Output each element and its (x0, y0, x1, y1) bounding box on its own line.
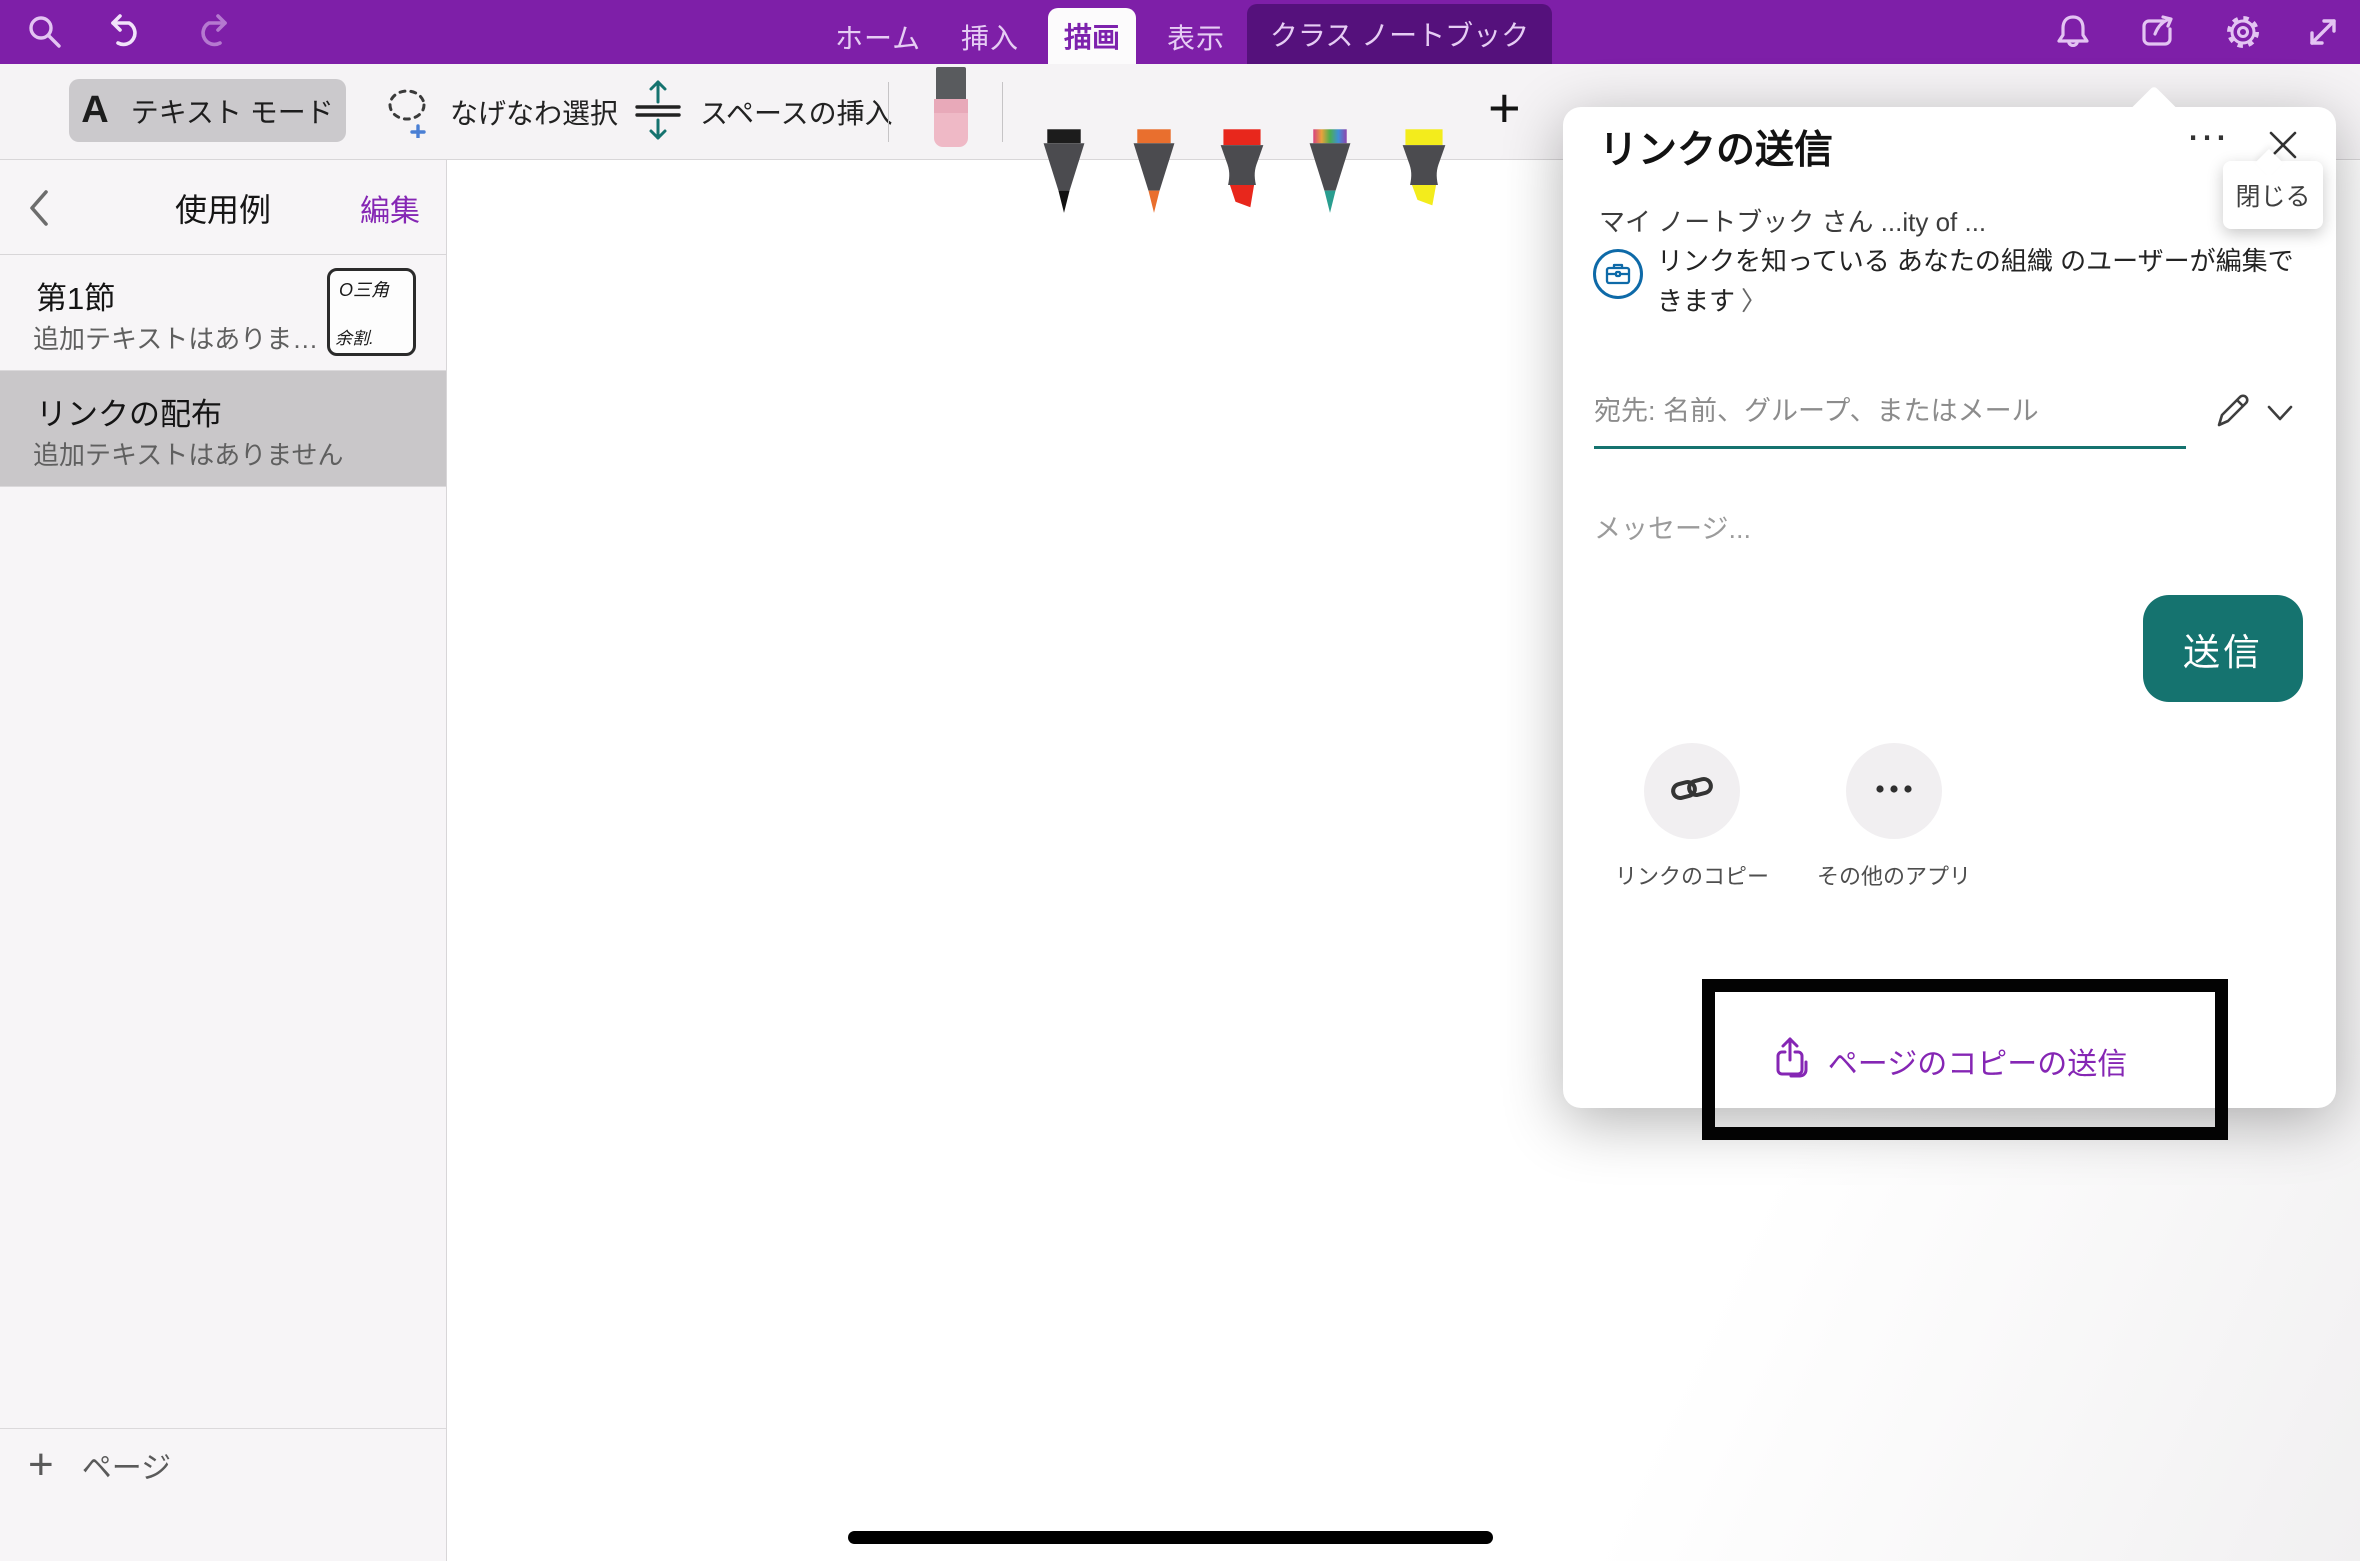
recipient-input[interactable] (1594, 377, 2186, 446)
copy-link-label: リンクのコピー (1582, 859, 1802, 891)
tab-class-notebook-label: クラス ノートブック (1270, 14, 1529, 54)
link-permission-row[interactable]: リンクを知っている あなたの組織 のユーザーが編集できます〉 (1657, 241, 2305, 321)
sidebar-footer: + ページ (0, 1428, 446, 1508)
undo-icon[interactable] (104, 11, 146, 53)
more-options-icon[interactable]: … (2185, 101, 2233, 151)
text-mode-a-icon: A (81, 89, 108, 132)
insert-space-icon (630, 78, 686, 147)
settings-icon[interactable] (2222, 11, 2264, 53)
pencil-icon[interactable] (2211, 389, 2255, 433)
dialog-subtitle: マイ ノートブック さん ...ity of ... (1599, 202, 1986, 239)
tab-draw-label: 描画 (1064, 16, 1120, 56)
thumbnail-handwriting: O三角 (339, 276, 389, 302)
thumbnail-handwriting: 余割. (335, 324, 374, 349)
tab-home[interactable]: ホーム (835, 17, 921, 57)
bell-icon[interactable] (2052, 11, 2094, 53)
yellow-highlighter-icon[interactable] (1398, 128, 1450, 221)
annotation-highlight-box (1702, 979, 2228, 1140)
dialog-title: リンクの送信 (1599, 119, 1833, 175)
insert-space-button[interactable]: スペースの挿入 (630, 64, 893, 160)
more-apps-label: その他のアプリ (1784, 859, 2004, 891)
sidebar-header: 使用例 編集 (0, 160, 446, 255)
eraser-tool-icon[interactable] (930, 67, 972, 154)
add-page-label: ページ (82, 1443, 171, 1487)
link-icon (1669, 766, 1715, 817)
toolbar-divider (888, 82, 889, 142)
text-mode-label: テキスト モード (131, 91, 334, 131)
toolbar-divider (1002, 82, 1003, 142)
ellipsis-icon (1871, 766, 1917, 817)
share-icon[interactable] (2136, 11, 2178, 53)
onenote-app: ホーム 挿入 描画 表示 クラス ノートブック (0, 0, 2360, 1561)
add-pen-button[interactable]: + (1488, 76, 1521, 140)
tab-insert[interactable]: 挿入 (961, 17, 1019, 57)
black-pen-icon[interactable] (1038, 128, 1090, 221)
search-icon[interactable] (24, 11, 66, 53)
red-marker-icon[interactable] (1216, 128, 1268, 221)
page-list-item-selected[interactable]: リンクの配布 追加テキストはありません (0, 371, 446, 487)
page-thumbnail: O三角 余割. (327, 268, 416, 356)
copy-link-button[interactable] (1644, 743, 1740, 839)
send-button[interactable]: 送信 (2143, 595, 2303, 702)
page-subtitle: 追加テキストはありま… (33, 319, 318, 356)
plus-icon: + (28, 1443, 54, 1487)
add-page-button[interactable]: + ページ (28, 1443, 171, 1487)
text-mode-button[interactable]: A テキスト モード (69, 79, 346, 142)
page-title: 第1節 (36, 273, 115, 318)
fullscreen-icon[interactable] (2302, 11, 2344, 53)
recipient-field-wrap (1594, 377, 2186, 449)
top-app-bar: ホーム 挿入 描画 表示 クラス ノートブック (0, 0, 2360, 64)
tab-draw-selected[interactable]: 描画 (1048, 8, 1136, 64)
page-list-item[interactable]: 第1節 追加テキストはありま… O三角 余割. (0, 255, 446, 371)
edit-button[interactable]: 編集 (360, 160, 420, 255)
share-link-dialog: リンクの送信 … マイ ノートブック さん ...ity of ... 閉じる … (1563, 107, 2336, 1108)
lasso-select-button[interactable]: なげなわ選択 (380, 64, 618, 160)
home-indicator[interactable] (848, 1531, 1493, 1544)
insert-space-label: スペースの挿入 (700, 92, 893, 132)
orange-pen-icon[interactable] (1128, 128, 1180, 221)
page-list-sidebar: 使用例 編集 第1節 追加テキストはありま… O三角 余割. リンクの配布 追加… (0, 160, 447, 1561)
lasso-label: なげなわ選択 (450, 92, 618, 132)
redo-icon[interactable] (192, 11, 234, 53)
tab-view[interactable]: 表示 (1167, 17, 1225, 57)
tooltip-label: 閉じる (2235, 177, 2310, 213)
lasso-icon (380, 82, 436, 143)
page-title: リンクの配布 (36, 389, 222, 434)
chevron-right-icon: 〉 (1741, 286, 1767, 316)
more-apps-button[interactable] (1846, 743, 1942, 839)
page-subtitle: 追加テキストはありません (33, 435, 343, 472)
organization-icon (1593, 249, 1643, 299)
chevron-down-icon[interactable] (2265, 403, 2295, 425)
tab-class-notebook[interactable]: クラス ノートブック (1247, 4, 1552, 64)
close-tooltip: 閉じる (2223, 161, 2323, 229)
rainbow-pen-icon[interactable] (1304, 128, 1356, 221)
